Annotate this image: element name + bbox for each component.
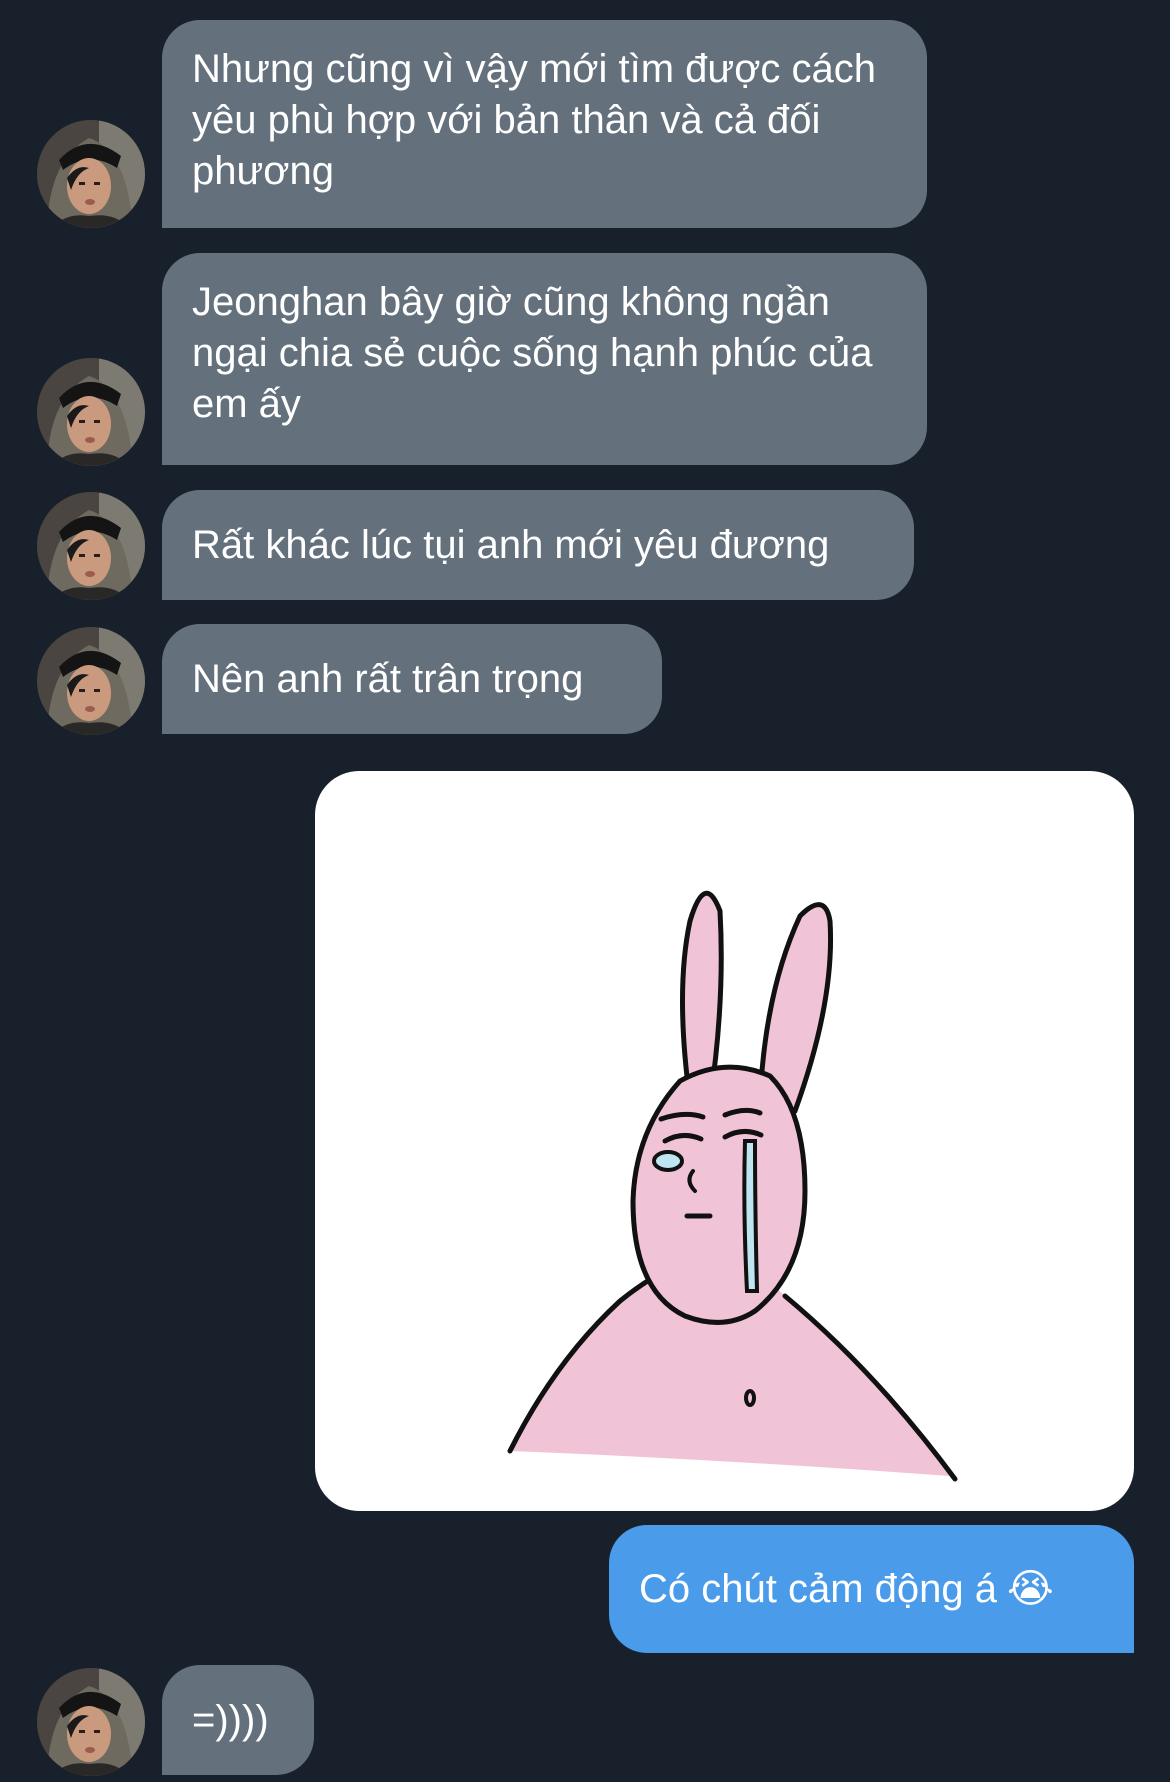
message-text: Rất khác lúc tụi anh mới yêu đương	[192, 522, 830, 567]
contact-avatar[interactable]	[37, 120, 145, 228]
contact-avatar[interactable]	[37, 358, 145, 466]
sticker-message[interactable]	[315, 771, 1134, 1511]
incoming-message-bubble[interactable]: Nhưng cũng vì vậy mới tìm được cách yêu …	[162, 20, 927, 228]
contact-avatar[interactable]	[37, 1668, 145, 1776]
message-text: Có chút cảm động á	[639, 1566, 997, 1611]
incoming-message-bubble[interactable]: =))))	[162, 1665, 314, 1775]
message-text: Nhưng cũng vì vậy mới tìm được cách yêu …	[192, 47, 877, 193]
contact-avatar[interactable]	[37, 492, 145, 600]
crying-rabbit-sticker	[507, 890, 958, 1482]
incoming-message-bubble[interactable]: Rất khác lúc tụi anh mới yêu đương	[162, 490, 914, 600]
incoming-message-bubble[interactable]: Jeonghan bây giờ cũng không ngần ngại ch…	[162, 253, 927, 465]
message-text: Nên anh rất trân trọng	[192, 656, 584, 701]
incoming-message-bubble[interactable]: Nên anh rất trân trọng	[162, 624, 662, 734]
contact-avatar[interactable]	[37, 627, 145, 735]
outgoing-message-bubble[interactable]: Có chút cảm động á 😭	[609, 1525, 1134, 1653]
message-text: Jeonghan bây giờ cũng không ngần ngại ch…	[192, 280, 873, 426]
chat-thread[interactable]: Nhưng cũng vì vậy mới tìm được cách yêu …	[0, 0, 1170, 1782]
crying-face-emoji-icon: 😭	[1007, 1566, 1054, 1611]
message-text: =))))	[192, 1697, 269, 1742]
